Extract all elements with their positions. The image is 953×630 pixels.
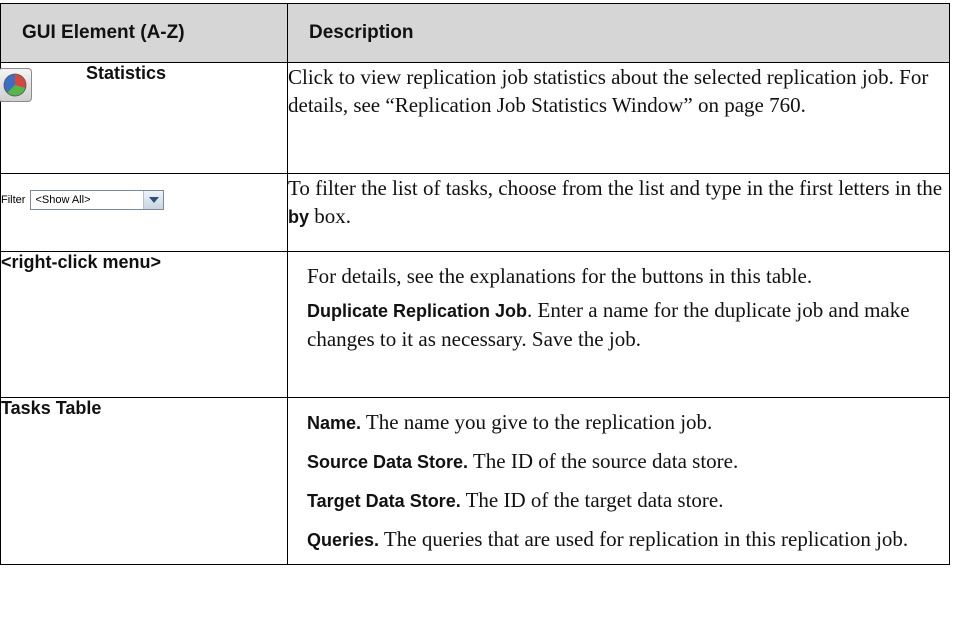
- tasks-item-source: Source Data Store. The ID of the source …: [288, 443, 949, 482]
- pie-chart-icon[interactable]: [0, 68, 32, 102]
- table-row-tasks-table: Tasks Table Name. The name you give to t…: [0, 397, 950, 565]
- right-click-description: For details, see the explanations for th…: [287, 251, 950, 398]
- tasks-item-name-term: Name.: [307, 413, 362, 433]
- filter-description-by: by: [288, 207, 310, 227]
- tasks-item-name: Name. The name you give to the replicati…: [288, 398, 949, 443]
- table-header-row: GUI Element (A-Z) Description: [0, 3, 950, 63]
- duplicate-replication-job-term: Duplicate Replication Job: [307, 301, 528, 321]
- filter-description-post: box.: [309, 204, 352, 228]
- tasks-item-queries-text: The queries that are used for replicatio…: [379, 527, 909, 551]
- tasks-item-target: Target Data Store. The ID of the target …: [288, 482, 949, 521]
- tasks-item-queries: Queries. The queries that are used for r…: [288, 521, 949, 564]
- gui-elements-table: GUI Element (A-Z) Description Statistics…: [0, 3, 950, 565]
- right-click-para-1: For details, see the explanations for th…: [307, 264, 813, 288]
- header-description: Description: [287, 3, 950, 63]
- tasks-item-target-term: Target Data Store.: [307, 491, 461, 511]
- filter-description-pre: To filter the list of tasks, choose from…: [288, 176, 943, 200]
- document-page: GUI Element (A-Z) Description Statistics…: [0, 0, 953, 630]
- tasks-item-target-text: The ID of the target data store.: [460, 488, 724, 512]
- statistics-element-cell: Statistics: [0, 62, 288, 174]
- right-click-para-2: Duplicate Replication Job. Enter a name …: [288, 294, 949, 363]
- tasks-item-source-text: The ID of the source data store.: [468, 449, 739, 473]
- tasks-table-description: Name. The name you give to the replicati…: [287, 397, 950, 565]
- filter-widget: Filter <Show All>: [1, 190, 287, 210]
- right-click-element-cell: <right-click menu>: [0, 251, 288, 398]
- filter-dropdown-value: <Show All>: [31, 191, 145, 209]
- filter-dropdown[interactable]: <Show All>: [30, 190, 165, 210]
- table-row-statistics: Statistics Click to view replication job…: [0, 62, 950, 174]
- tasks-item-name-text: The name you give to the replication job…: [361, 410, 713, 434]
- table-row-right-click-menu: <right-click menu> For details, see the …: [0, 251, 950, 398]
- filter-description: To filter the list of tasks, choose from…: [287, 173, 950, 252]
- chevron-down-icon[interactable]: [144, 191, 164, 209]
- statistics-label: Statistics: [86, 63, 167, 83]
- tasks-item-queries-term: Queries.: [307, 530, 380, 550]
- filter-element-cell: Filter <Show All>: [0, 173, 288, 252]
- tasks-item-source-term: Source Data Store.: [307, 452, 469, 472]
- statistics-description: Click to view replication job statistics…: [287, 62, 950, 174]
- table-row-filter: Filter <Show All> To filter the list of …: [0, 173, 950, 252]
- filter-label: Filter: [1, 194, 26, 206]
- tasks-table-label: Tasks Table: [1, 398, 102, 418]
- right-click-menu-label: <right-click menu>: [1, 252, 162, 272]
- header-gui-element: GUI Element (A-Z): [0, 3, 288, 63]
- tasks-table-element-cell: Tasks Table: [0, 397, 288, 565]
